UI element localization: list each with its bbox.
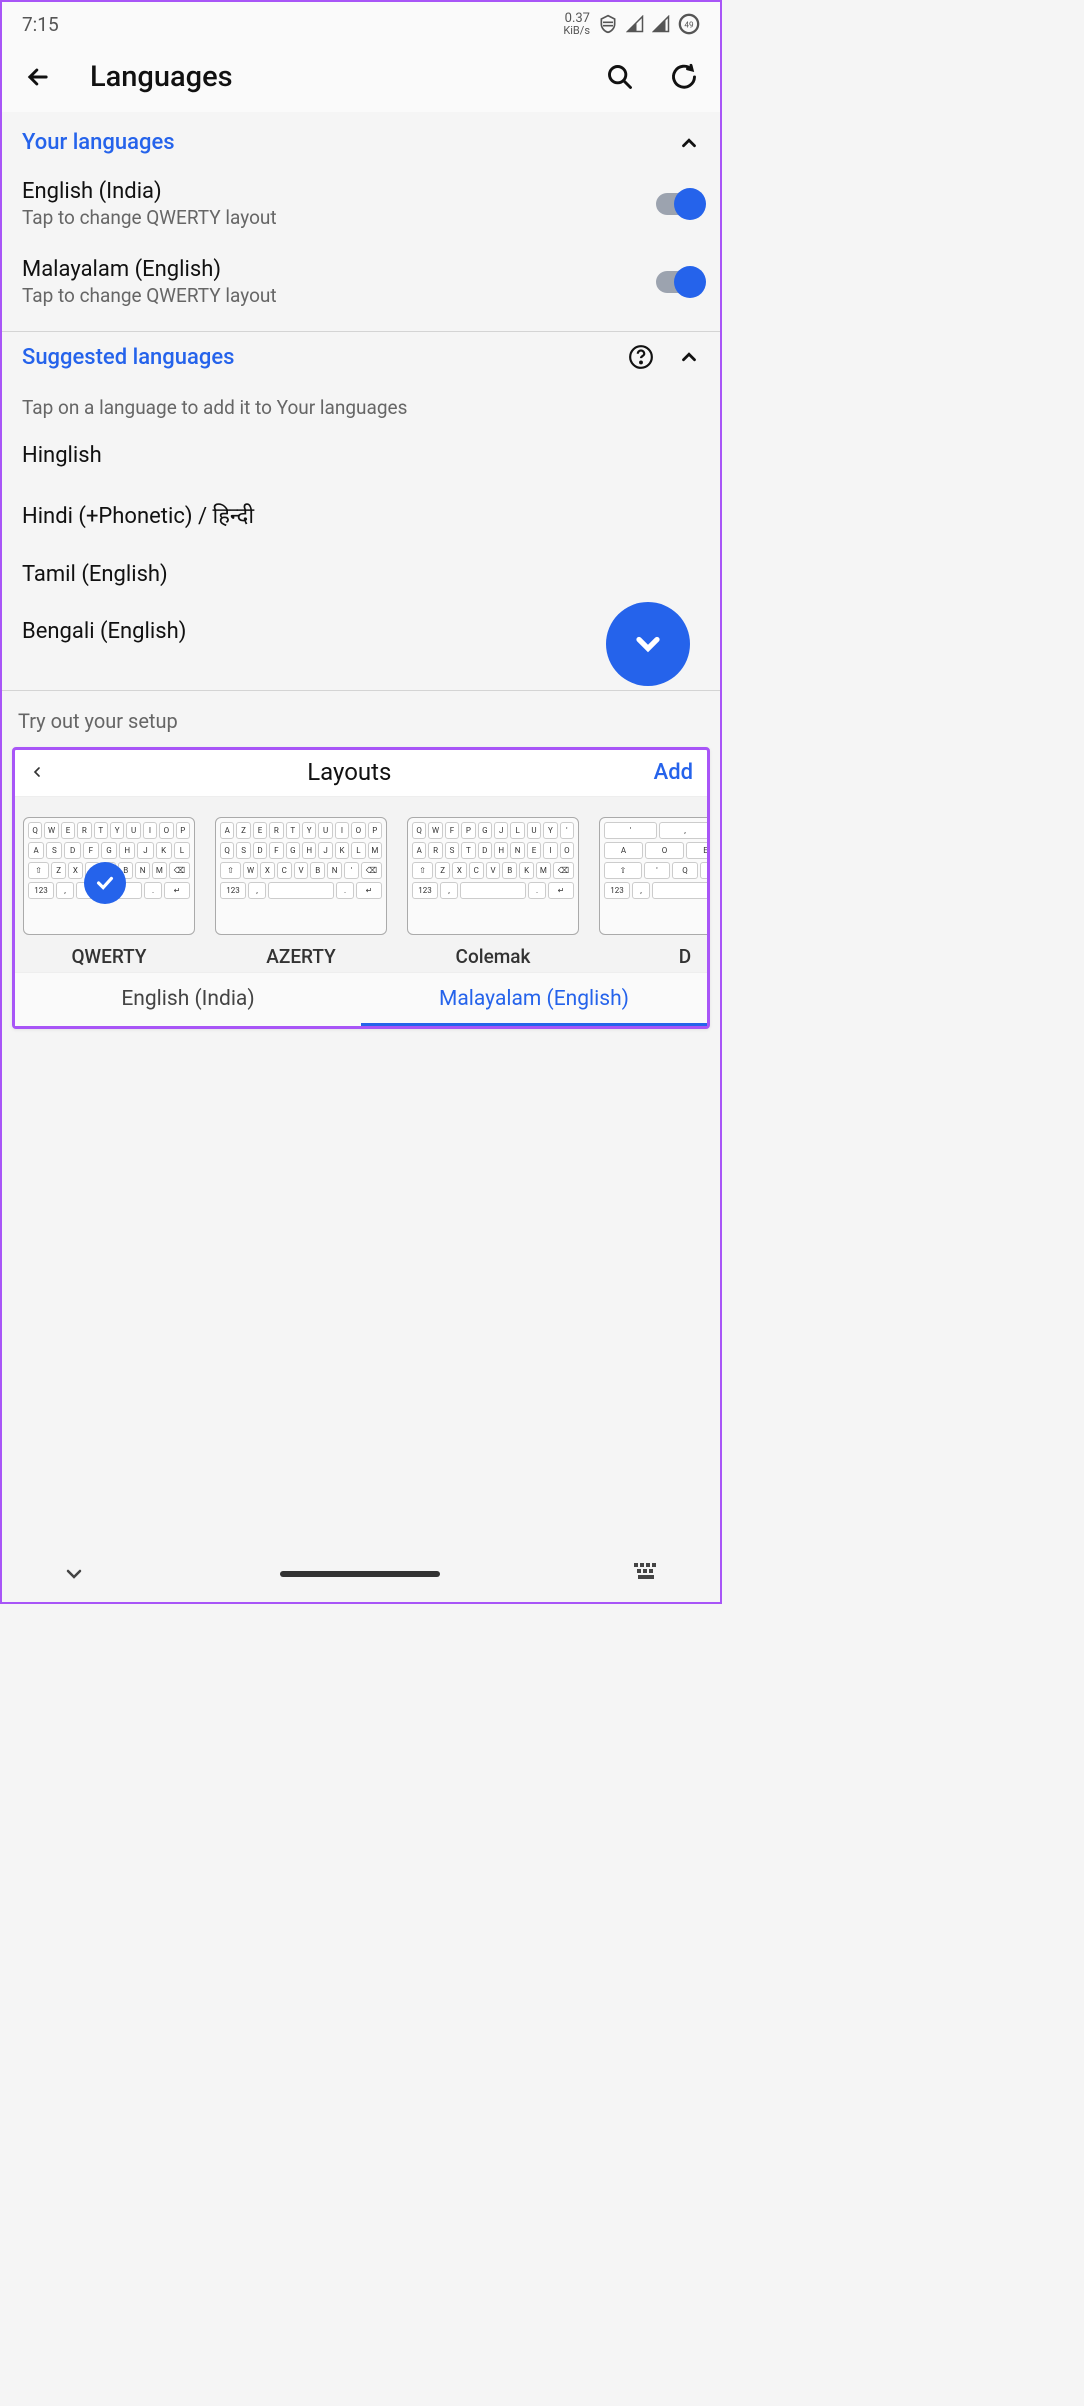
- status-bar: 7:15 0.37 KiB/s 49: [2, 2, 720, 44]
- nav-down[interactable]: [62, 1562, 86, 1586]
- app-header: Languages: [2, 44, 720, 112]
- layout-option[interactable]: QWERTYUIOPASDFGHJKL⇧ZXCVBNM⌫123,.↵ QWERT…: [23, 811, 195, 968]
- keyboard-icon: [634, 1563, 660, 1585]
- chevron-up-icon: [678, 346, 700, 368]
- language-tab[interactable]: Malayalam (English): [361, 973, 707, 1026]
- shield-icon: [598, 14, 618, 34]
- layout-option[interactable]: ',.AOEU⇧'QJ⌫123,.↵ D: [599, 811, 707, 968]
- layout-option[interactable]: QWFPGJLUY'ARSTDHNEIO⇧ZXCVBKM⌫123,.↵ Cole…: [407, 811, 579, 968]
- refresh-button[interactable]: [670, 63, 698, 91]
- status-icons: 0.37 KiB/s 49: [563, 12, 700, 36]
- layouts-header: Layouts Add: [15, 750, 707, 797]
- language-row[interactable]: Malayalam (English) Tap to change QWERTY…: [2, 243, 720, 321]
- layout-name: QWERTY: [23, 945, 195, 968]
- language-title: English (India): [22, 179, 656, 204]
- layout-name: D: [599, 945, 707, 968]
- suggested-language[interactable]: Hindi (+Phonetic) / हिन्दी: [2, 484, 720, 546]
- language-tab[interactable]: English (India): [15, 973, 361, 1026]
- layouts-scroll[interactable]: QWERTYUIOPASDFGHJKL⇧ZXCVBNM⌫123,.↵ QWERT…: [15, 797, 707, 972]
- expand-fab[interactable]: [606, 602, 690, 686]
- svg-text:49: 49: [684, 21, 694, 31]
- layouts-add-button[interactable]: Add: [654, 760, 693, 785]
- chevron-down-icon: [630, 626, 666, 662]
- help-button[interactable]: [628, 344, 654, 370]
- question-icon: [628, 344, 654, 370]
- page-title: Languages: [90, 60, 233, 94]
- keyboard-preview: QWERTYUIOPASDFGHJKL⇧ZXCVBNM⌫123,.↵: [23, 817, 195, 935]
- signal-icon-2: [652, 15, 670, 33]
- section-title: Your languages: [22, 130, 175, 155]
- keyboard-preview: ',.AOEU⇧'QJ⌫123,.↵: [599, 817, 707, 935]
- suggested-languages-header[interactable]: Suggested languages: [2, 332, 720, 380]
- language-subtitle: Tap to change QWERTY layout: [22, 284, 656, 307]
- search-button[interactable]: [606, 63, 634, 91]
- suggested-language[interactable]: Hinglish: [2, 427, 720, 484]
- layout-name: Colemak: [407, 945, 579, 968]
- language-toggle[interactable]: [656, 193, 700, 215]
- layout-name: AZERTY: [215, 945, 387, 968]
- home-indicator[interactable]: [280, 1571, 440, 1577]
- arrow-left-icon: [24, 63, 52, 91]
- layout-option[interactable]: AZERTYUIOPQSDFGHJKLM⇧WXCVBN'⌫123,.↵ AZER…: [215, 811, 387, 968]
- chevron-up-icon: [678, 132, 700, 154]
- language-title: Malayalam (English): [22, 257, 656, 282]
- section-title: Suggested languages: [22, 345, 234, 370]
- keyboard-preview: QWFPGJLUY'ARSTDHNEIO⇧ZXCVBKM⌫123,.↵: [407, 817, 579, 935]
- search-icon: [606, 63, 634, 91]
- suggested-language[interactable]: Tamil (English): [2, 546, 720, 603]
- system-nav-bar: [2, 1546, 720, 1602]
- language-row[interactable]: English (India) Tap to change QWERTY lay…: [2, 165, 720, 243]
- language-tabs: English (India)Malayalam (English): [15, 972, 707, 1026]
- your-languages-header[interactable]: Your languages: [2, 118, 720, 165]
- status-time: 7:15: [22, 13, 59, 36]
- signal-icon: [626, 15, 644, 33]
- selected-check-icon: [84, 862, 126, 904]
- refresh-icon: [670, 63, 698, 91]
- layouts-title: Layouts: [45, 758, 654, 786]
- chevron-down-icon: [62, 1562, 86, 1586]
- keyboard-switcher[interactable]: [634, 1563, 660, 1585]
- keyboard-preview: AZERTYUIOPQSDFGHJKLM⇧WXCVBN'⌫123,.↵: [215, 817, 387, 935]
- language-subtitle: Tap to change QWERTY layout: [22, 206, 656, 229]
- suggested-hint: Tap on a language to add it to Your lang…: [2, 380, 720, 427]
- battery-icon: 49: [678, 13, 700, 35]
- layouts-panel: Layouts Add QWERTYUIOPASDFGHJKL⇧ZXCVBNM⌫…: [12, 747, 710, 1029]
- language-toggle[interactable]: [656, 271, 700, 293]
- chevron-left-icon: [29, 764, 45, 780]
- tryout-label: Try out your setup: [2, 691, 720, 747]
- back-button[interactable]: [24, 63, 52, 91]
- data-rate: 0.37 KiB/s: [563, 12, 590, 36]
- layouts-back[interactable]: [29, 764, 45, 780]
